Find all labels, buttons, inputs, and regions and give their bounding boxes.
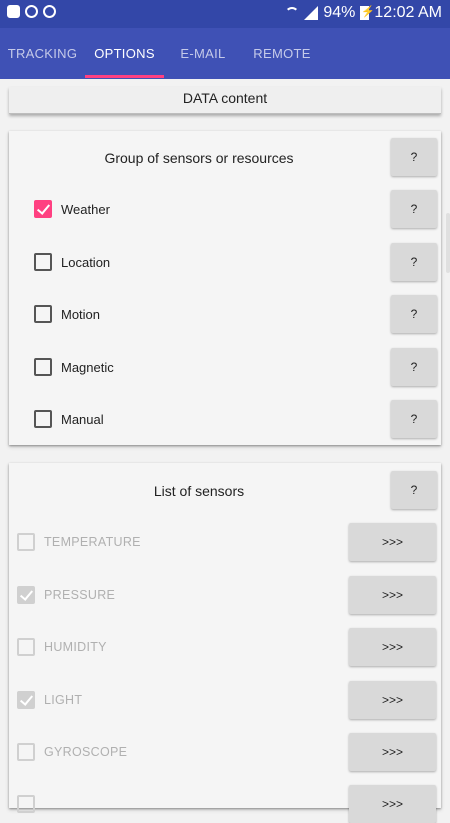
gyroscope-checkbox[interactable] xyxy=(17,743,35,761)
sensor-row-partial[interactable] xyxy=(17,795,35,813)
notification-icon xyxy=(7,5,20,18)
tab-email[interactable]: E-MAIL xyxy=(164,28,242,79)
temperature-checkbox[interactable] xyxy=(17,533,35,551)
humidity-checkbox[interactable] xyxy=(17,638,35,656)
battery-icon xyxy=(360,5,375,20)
motion-help-button[interactable]: ? xyxy=(391,295,437,333)
groups-title: Group of sensors or resources xyxy=(104,150,294,166)
light-details-button[interactable]: >>> xyxy=(349,681,436,719)
group-row-magnetic[interactable]: Magnetic xyxy=(34,358,114,376)
sensors-help-button[interactable]: ? xyxy=(391,471,437,509)
light-label: LIGHT xyxy=(44,693,83,707)
manual-help-button[interactable]: ? xyxy=(391,400,437,438)
tab-bar: TRACKING OPTIONS E-MAIL REMOTE xyxy=(0,28,450,79)
tab-remote[interactable]: REMOTE xyxy=(242,28,322,79)
tab-options[interactable]: OPTIONS xyxy=(85,28,164,79)
location-checkbox[interactable] xyxy=(34,253,52,271)
clock: 12:02 AM xyxy=(374,4,442,21)
battery-percent: 94% xyxy=(323,4,356,21)
weather-label: Weather xyxy=(61,201,110,217)
groups-card: Group of sensors or resources ? Weather … xyxy=(9,131,441,445)
location-help-button[interactable]: ? xyxy=(391,243,437,281)
signal-icon xyxy=(304,6,319,20)
sensor-row-pressure[interactable]: PRESSURE xyxy=(17,586,115,604)
groups-help-button[interactable]: ? xyxy=(391,138,437,176)
status-right: 94% 12:02 AM xyxy=(285,4,442,22)
block-icon xyxy=(43,5,56,18)
sensors-card: List of sensors ? TEMPERATURE >>> PRESSU… xyxy=(9,463,441,823)
pressure-details-button[interactable]: >>> xyxy=(349,576,436,614)
motion-label: Motion xyxy=(61,306,101,322)
tab-indicator xyxy=(85,75,164,78)
sensor-row-light[interactable]: LIGHT xyxy=(17,691,82,709)
partial-details-button[interactable]: >>> xyxy=(349,785,436,823)
sensors-title: List of sensors xyxy=(153,483,245,499)
tab-tracking[interactable]: TRACKING xyxy=(0,28,85,79)
group-row-motion[interactable]: Motion xyxy=(34,305,100,323)
status-bar: 94% 12:02 AM xyxy=(0,0,450,28)
motion-checkbox[interactable] xyxy=(34,305,52,323)
magnetic-label: Magnetic xyxy=(61,359,114,375)
light-checkbox[interactable] xyxy=(17,691,35,709)
gyroscope-label: GYROSCOPE xyxy=(44,745,128,759)
sensor-row-temperature[interactable]: TEMPERATURE xyxy=(17,533,141,551)
sensor-row-gyroscope[interactable]: GYROSCOPE xyxy=(17,743,127,761)
location-label: Location xyxy=(61,254,111,270)
scroll-indicator[interactable] xyxy=(446,213,450,273)
magnetic-help-button[interactable]: ? xyxy=(391,348,437,386)
sync-icon xyxy=(25,5,38,18)
manual-label: Manual xyxy=(61,411,104,427)
group-row-location[interactable]: Location xyxy=(34,253,110,271)
humidity-label: HUMIDITY xyxy=(44,640,107,654)
weather-checkbox[interactable] xyxy=(34,200,52,218)
data-content-button[interactable]: DATA content xyxy=(9,87,441,114)
pressure-checkbox[interactable] xyxy=(17,586,35,604)
partial-checkbox[interactable] xyxy=(17,795,35,813)
temperature-label: TEMPERATURE xyxy=(44,535,141,549)
pressure-label: PRESSURE xyxy=(44,588,116,602)
weather-help-button[interactable]: ? xyxy=(391,190,437,228)
temperature-details-button[interactable]: >>> xyxy=(349,523,436,561)
wifi-icon xyxy=(285,7,300,19)
manual-checkbox[interactable] xyxy=(34,410,52,428)
gyroscope-details-button[interactable]: >>> xyxy=(349,733,436,771)
magnetic-checkbox[interactable] xyxy=(34,358,52,376)
humidity-details-button[interactable]: >>> xyxy=(349,628,436,666)
group-row-weather[interactable]: Weather xyxy=(34,200,110,218)
sensor-row-humidity[interactable]: HUMIDITY xyxy=(17,638,107,656)
group-row-manual[interactable]: Manual xyxy=(34,410,104,428)
status-left-icons xyxy=(7,5,56,18)
